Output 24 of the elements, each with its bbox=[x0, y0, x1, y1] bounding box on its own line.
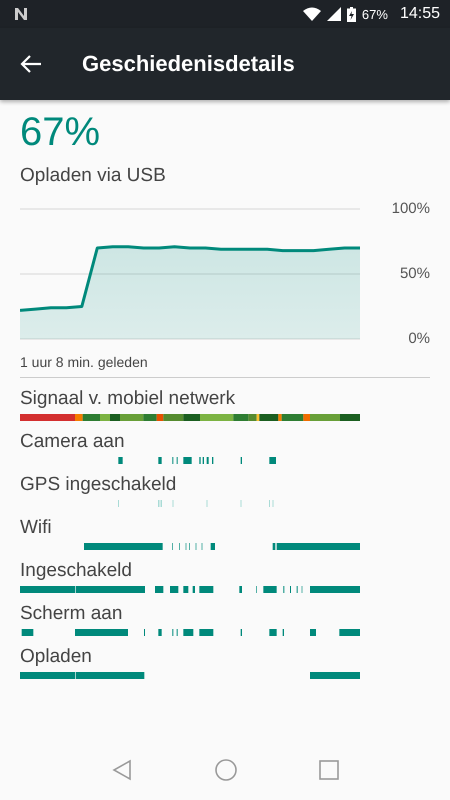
track-label: Opladen bbox=[20, 646, 92, 668]
axis-label: 50% bbox=[400, 265, 430, 283]
n-logo-icon bbox=[14, 7, 28, 21]
track-label: Ingeschakeld bbox=[20, 560, 132, 582]
charging-status: Opladen via USB bbox=[20, 165, 166, 187]
axis-label: 0% bbox=[408, 330, 430, 348]
clock: 14:55 bbox=[400, 5, 440, 23]
battery-percentage: 67% bbox=[362, 6, 388, 22]
screen-title: Geschiedenisdetails bbox=[82, 51, 295, 77]
time-label: 1 uur 8 min. geleden bbox=[20, 354, 148, 370]
recents-icon[interactable] bbox=[319, 760, 340, 780]
home-icon[interactable] bbox=[214, 758, 238, 782]
wifi-icon bbox=[302, 7, 321, 21]
track-label: GPS ingeschakeld bbox=[20, 474, 176, 496]
track-label: Camera aan bbox=[20, 431, 125, 453]
battery-charging-icon bbox=[346, 6, 356, 22]
back-arrow-icon[interactable] bbox=[20, 55, 42, 73]
track-label: Wifi bbox=[20, 517, 52, 539]
axis-label: 100% bbox=[392, 200, 430, 218]
signal-icon bbox=[326, 7, 341, 21]
battery-level: 67% bbox=[20, 110, 100, 155]
back-icon[interactable] bbox=[110, 759, 133, 781]
track-label: Signaal v. mobiel netwerk bbox=[20, 388, 236, 410]
track-label: Scherm aan bbox=[20, 603, 122, 625]
